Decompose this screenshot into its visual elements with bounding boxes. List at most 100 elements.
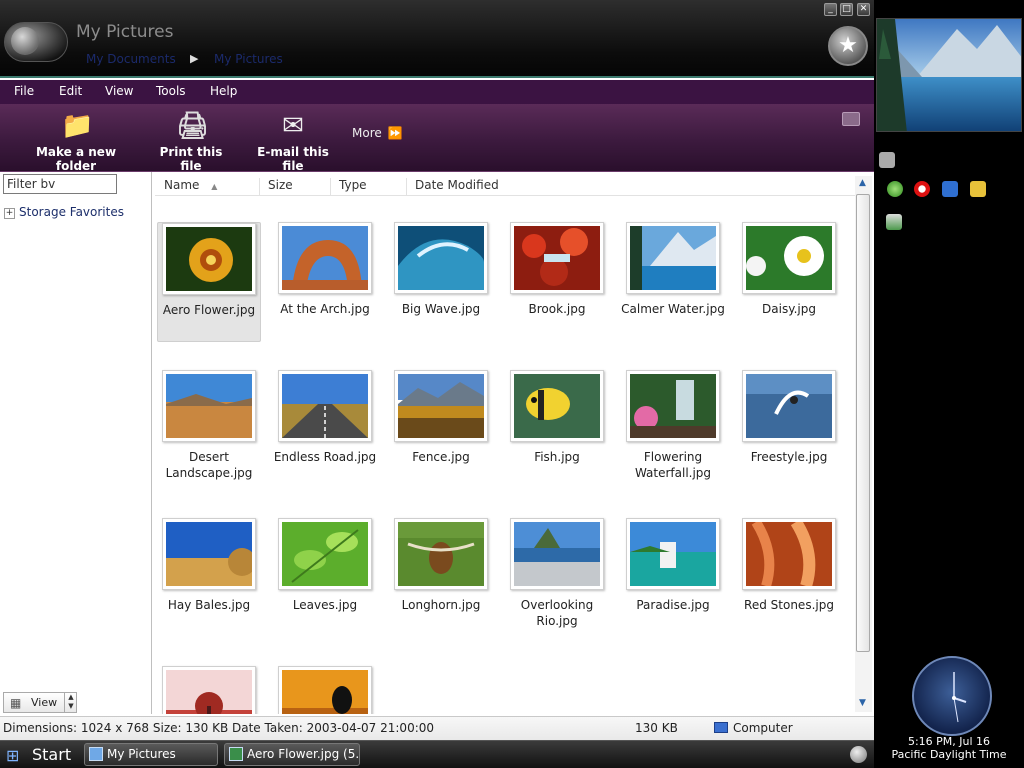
breadcrumb-separator-icon[interactable]: ▶ <box>190 52 198 65</box>
thumbnail-label: Longhorn.jpg <box>401 598 481 612</box>
thumbnail-item[interactable]: At the Arch.jpg <box>273 222 377 317</box>
windows-sidebar: 5:16 PM, Jul 16 Pacific Daylight Time <box>874 0 1024 768</box>
thumbnail-item[interactable]: Desert Landscape.jpg <box>157 370 261 481</box>
thumbnail-label: Big Wave.jpg <box>401 302 481 316</box>
thumbnail-item[interactable]: Overlooking Rio.jpg <box>505 518 609 629</box>
more-button[interactable]: More ⏩ <box>352 126 403 140</box>
vertical-scrollbar[interactable]: ▲ ▼ <box>855 176 872 712</box>
view-button[interactable]: ▦ View ▲ ▼ <box>3 692 77 713</box>
thumbnail-item[interactable]: Longhorn.jpg <box>389 518 493 613</box>
navigation-pane: + Storage Favorites ▦ View ▲▼ <box>0 172 152 714</box>
thumbnail-frame <box>510 222 604 294</box>
back-button[interactable] <box>4 22 68 62</box>
thumbnail-label: At the Arch.jpg <box>280 302 370 316</box>
scroll-down-arrow-icon[interactable]: ▼ <box>859 698 866 708</box>
thumbnail-frame <box>278 370 372 442</box>
start-button[interactable]: ⊞ Start <box>2 743 78 767</box>
maximize-button[interactable]: □ <box>840 3 853 16</box>
clock-timezone: Pacific Daylight Time <box>891 748 1007 761</box>
task-aero-flower-label: Aero Flower.jpg (5... <box>247 747 360 761</box>
status-zone-label: Computer <box>733 721 793 735</box>
windows-logo-icon: ⊞ <box>6 746 20 765</box>
status-bar: Dimensions: 1024 x 768 Size: 130 KB Date… <box>0 716 874 740</box>
status-size: 130 KB <box>635 721 678 735</box>
breadcrumb-my-documents[interactable]: My Documents <box>86 52 176 66</box>
thumbnail-item[interactable]: Aero Flower.jpg <box>157 222 261 342</box>
thumbnail-label: Overlooking Rio.jpg <box>520 598 594 628</box>
status-details: Dimensions: 1024 x 768 Size: 130 KB Date… <box>3 721 435 735</box>
new-folder-button[interactable]: 📁 Make a new folder <box>20 104 132 173</box>
thumbnail-item[interactable]: Paradise.jpg <box>621 518 725 613</box>
photo-thumbnail-image <box>630 226 716 290</box>
print-button[interactable]: 🖨 Print this file <box>150 104 232 173</box>
photo-thumbnail-image <box>166 670 252 714</box>
status-zone: Computer <box>714 721 793 735</box>
filter-input[interactable] <box>3 174 117 194</box>
thumbnail-item[interactable] <box>273 666 377 714</box>
column-name[interactable]: Name ▲ <box>155 178 260 196</box>
thumbnail-item[interactable]: Calmer Water.jpg <box>621 222 725 317</box>
thumbnail-item[interactable]: Leaves.jpg <box>273 518 377 613</box>
monitor-icon[interactable] <box>942 181 958 197</box>
thumbnail-frame <box>278 666 372 714</box>
minimize-button[interactable]: _ <box>824 3 837 16</box>
thumbnail-item[interactable]: Freestyle.jpg <box>737 370 841 465</box>
menu-edit[interactable]: Edit <box>59 84 82 98</box>
green-orb-icon[interactable] <box>887 181 903 197</box>
thumbnail-label: Brook.jpg <box>528 302 586 316</box>
photo-thumbnail-image <box>514 522 600 586</box>
thumbnail-item[interactable]: Flowering Waterfall.jpg <box>621 370 725 481</box>
menu-file[interactable]: File <box>14 84 34 98</box>
photo-thumbnail-image <box>746 226 832 290</box>
toolbar-collapse-button[interactable] <box>842 112 860 126</box>
photo-thumbnail-image <box>166 227 252 291</box>
more-label: More <box>352 126 382 140</box>
menu-view[interactable]: View <box>105 84 133 98</box>
breadcrumb-my-pictures[interactable]: My Pictures <box>214 52 283 66</box>
slideshow-gadget[interactable] <box>876 18 1022 132</box>
thumbnail-item[interactable] <box>157 666 261 714</box>
view-spinner[interactable]: ▲ ▼ <box>64 693 77 712</box>
menu-help[interactable]: Help <box>210 84 237 98</box>
photo-thumbnail-image <box>166 374 252 438</box>
column-date-modified[interactable]: Date Modified <box>406 178 506 196</box>
thumbnail-item[interactable]: Fish.jpg <box>505 370 609 465</box>
thumbnail-item[interactable]: Daisy.jpg <box>737 222 841 317</box>
scrollbar-thumb[interactable] <box>856 194 870 652</box>
column-size[interactable]: Size <box>259 178 331 196</box>
menu-tools[interactable]: Tools <box>156 84 186 98</box>
thumbnail-frame <box>742 222 836 294</box>
storage-favorites-item[interactable]: + Storage Favorites <box>4 205 124 219</box>
thumbnail-item[interactable]: Hay Bales.jpg <box>157 518 261 613</box>
opera-icon[interactable] <box>914 181 930 197</box>
security-check-icon[interactable] <box>886 214 902 230</box>
thumbnail-frame <box>162 518 256 590</box>
thumbnail-label: Aero Flower.jpg <box>162 303 256 317</box>
chat-bubble-icon[interactable] <box>879 152 895 168</box>
thumbnail-item[interactable]: Fence.jpg <box>389 370 493 465</box>
column-type[interactable]: Type <box>330 178 407 196</box>
folder-icon[interactable] <box>970 181 986 197</box>
clock-face-icon <box>952 672 967 723</box>
close-button[interactable]: ✕ <box>857 3 870 16</box>
new-folder-icon: 📁 <box>61 111 94 141</box>
expand-plus-icon[interactable]: + <box>4 208 15 219</box>
double-chevron-right-icon: ⏩ <box>387 126 403 140</box>
thumbnail-label: Leaves.jpg <box>292 598 358 612</box>
printer-icon: 🖨 <box>176 111 210 141</box>
thumbnail-item[interactable]: Red Stones.jpg <box>737 518 841 613</box>
thumbnail-item[interactable]: Endless Road.jpg <box>273 370 377 465</box>
favorites-star-icon[interactable]: ★ <box>828 26 868 66</box>
photo-thumbnail-image <box>282 226 368 290</box>
task-aero-flower[interactable]: Aero Flower.jpg (5... <box>224 743 360 766</box>
print-label: Print this file <box>159 145 223 173</box>
task-my-pictures[interactable]: My Pictures <box>84 743 218 766</box>
thumbnail-item[interactable]: Big Wave.jpg <box>389 222 493 317</box>
photo-thumbnail-image <box>398 374 484 438</box>
scroll-up-arrow-icon[interactable]: ▲ <box>859 178 866 188</box>
email-button[interactable]: ✉ E-mail this file <box>250 104 336 173</box>
thumbnail-item[interactable]: Brook.jpg <box>505 222 609 317</box>
tray-orb-icon[interactable] <box>850 746 867 763</box>
clock-gadget[interactable] <box>912 656 992 736</box>
thumbnail-frame <box>394 518 488 590</box>
